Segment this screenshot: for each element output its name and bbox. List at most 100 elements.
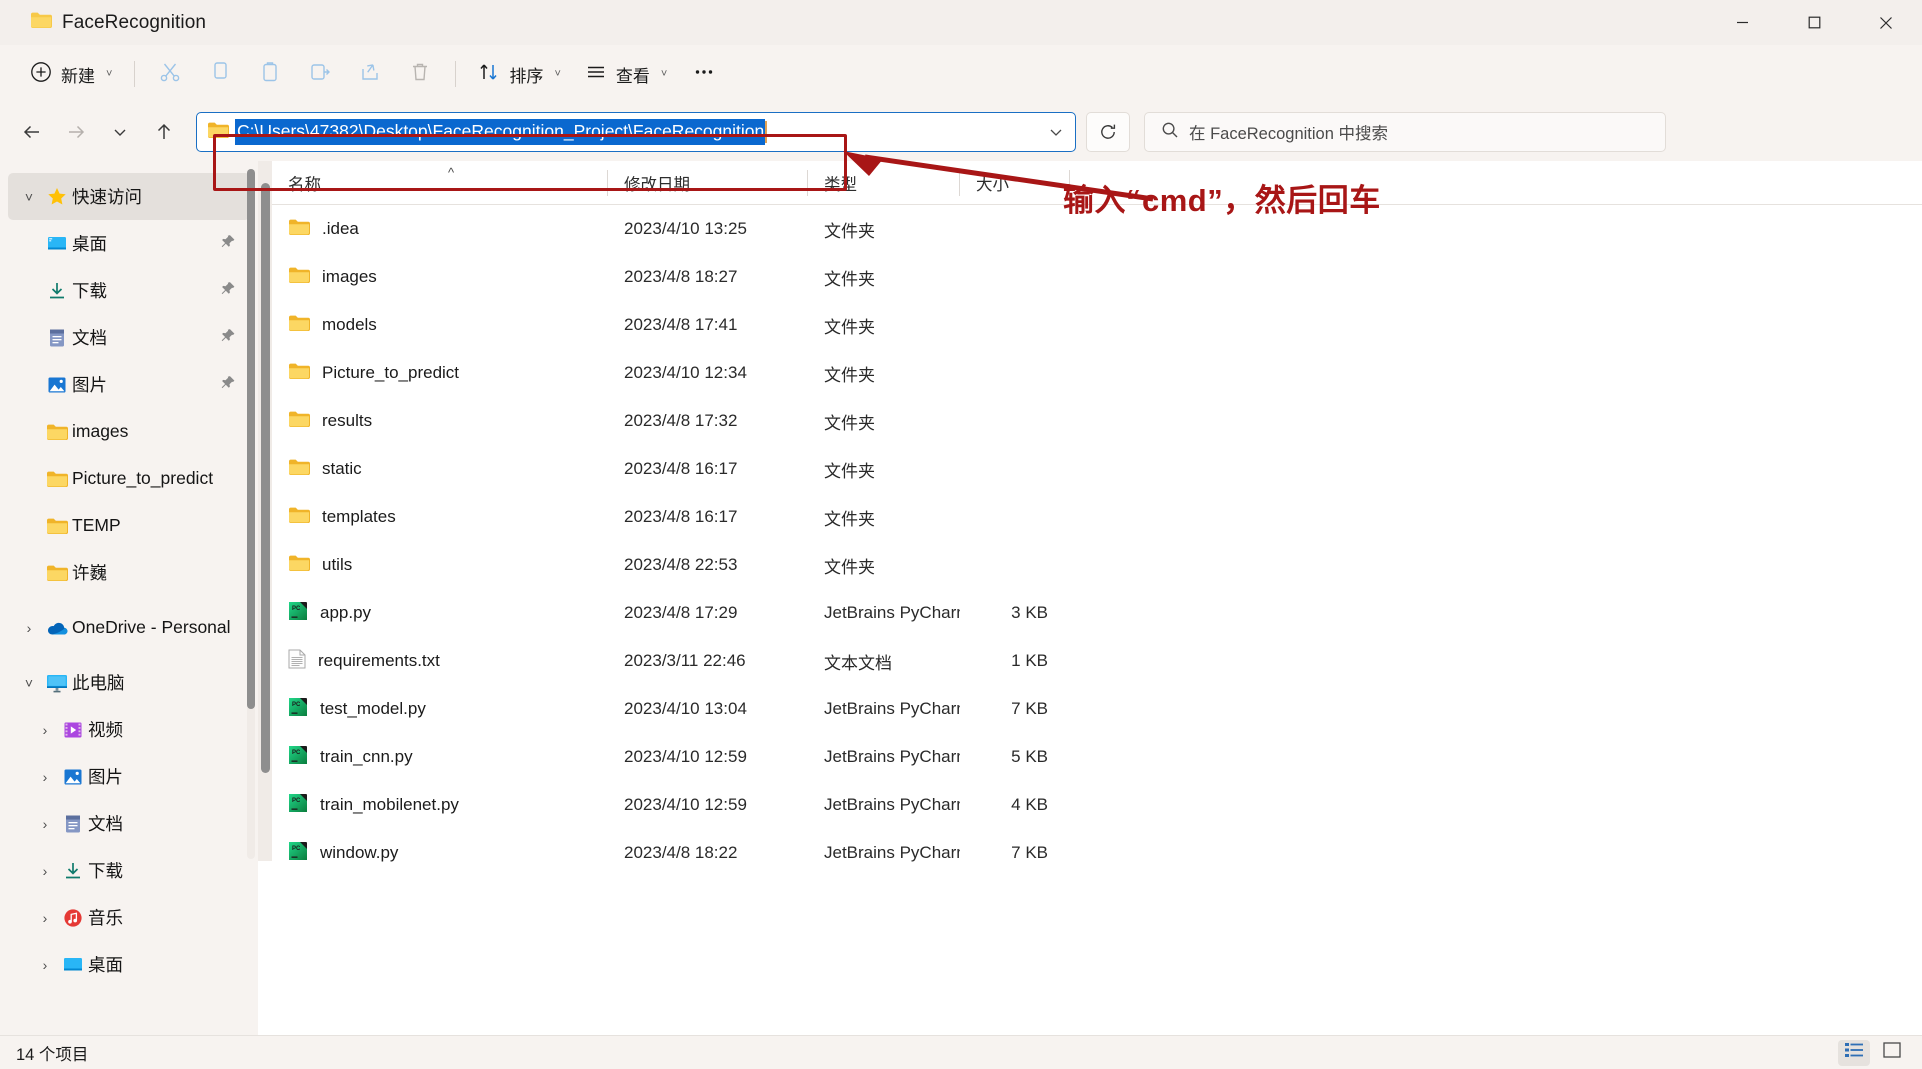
- table-row[interactable]: templates 2023/4/8 16:17 文件夹: [258, 493, 1922, 541]
- sidebar-item-xuwei[interactable]: 许巍: [8, 549, 250, 596]
- sidebar-item-documents[interactable]: 文档: [8, 314, 250, 361]
- file-type-cell: JetBrains PyCharm ...: [824, 603, 960, 622]
- up-button[interactable]: [142, 112, 186, 152]
- pycharm-icon: PC: [288, 793, 308, 818]
- table-row[interactable]: Picture_to_predict 2023/4/10 12:34 文件夹: [258, 349, 1922, 397]
- sidebar-item-downloads[interactable]: 下载: [8, 267, 250, 314]
- pin-icon[interactable]: [220, 327, 236, 348]
- chevron-down-icon[interactable]: ˅: [16, 189, 42, 205]
- file-name-label: .idea: [322, 219, 359, 238]
- table-row[interactable]: PC train_cnn.py 2023/4/10 12:59 JetBrains …: [258, 733, 1922, 781]
- sidebar-item-this-pc[interactable]: ˅ 此电脑: [8, 659, 250, 706]
- sidebar-item-temp[interactable]: TEMP: [8, 502, 250, 549]
- sidebar-item-pictures-pc[interactable]: › 图片: [8, 753, 250, 800]
- chevron-right-icon[interactable]: ›: [32, 910, 58, 926]
- table-row[interactable]: utils 2023/4/8 22:53 文件夹: [258, 541, 1922, 589]
- pin-icon[interactable]: [220, 233, 236, 254]
- back-button[interactable]: [10, 112, 54, 152]
- chevron-down-icon: ˅: [554, 68, 561, 80]
- command-bar: 新建 ˅ 排序 ˅ 查看 ˅: [0, 45, 1922, 103]
- documents-icon: [58, 813, 88, 835]
- table-row[interactable]: requirements.txt 2023/3/11 22:46 文本文档 1 KB: [258, 637, 1922, 685]
- chevron-down-icon[interactable]: ˅: [16, 675, 42, 691]
- chevron-right-icon[interactable]: ›: [32, 863, 58, 879]
- large-icons-view-button[interactable]: [1876, 1040, 1908, 1066]
- more-options-button[interactable]: [679, 52, 729, 96]
- trash-icon: [408, 60, 432, 89]
- table-row[interactable]: PC train_mobilenet.py 2023/4/10 12:59 JetB…: [258, 781, 1922, 829]
- sort-button[interactable]: 排序 ˅: [466, 52, 572, 96]
- file-date-cell: 2023/4/10 12:34: [624, 363, 747, 382]
- sidebar-scrollbar-thumb[interactable]: [247, 169, 255, 709]
- maximize-button[interactable]: [1778, 0, 1850, 45]
- sidebar-item-images[interactable]: images: [8, 408, 250, 455]
- file-date-cell: 2023/3/11 22:46: [624, 651, 746, 670]
- table-row[interactable]: results 2023/4/8 17:32 文件夹: [258, 397, 1922, 445]
- sidebar-item-picture-to-predict[interactable]: Picture_to_predict: [8, 455, 250, 502]
- file-name-cell: PC test_model.py: [258, 697, 608, 722]
- table-row[interactable]: models 2023/4/8 17:41 文件夹: [258, 301, 1922, 349]
- sidebar-item-desktop[interactable]: 桌面: [8, 220, 250, 267]
- cut-button[interactable]: [145, 52, 195, 96]
- sidebar-item-documents-pc[interactable]: › 文档: [8, 800, 250, 847]
- sidebar-item-onedrive[interactable]: › OneDrive - Personal: [8, 604, 250, 651]
- file-size-cell: 7 KB: [1011, 843, 1048, 862]
- file-size-cell: 4 KB: [1011, 795, 1048, 814]
- sidebar-item-music[interactable]: › 音乐: [8, 894, 250, 941]
- table-row[interactable]: static 2023/4/8 16:17 文件夹: [258, 445, 1922, 493]
- sidebar-item-quick-access[interactable]: ˅ 快速访问: [8, 173, 250, 220]
- sidebar-item-desktop-pc[interactable]: › 桌面: [8, 941, 250, 988]
- pin-icon[interactable]: [220, 374, 236, 395]
- table-row[interactable]: PC app.py 2023/4/8 17:29 JetBrains PyCharm…: [258, 589, 1922, 637]
- file-date-cell: 2023/4/10 13:04: [624, 699, 747, 718]
- share-button[interactable]: [345, 52, 395, 96]
- copy-icon: [208, 60, 232, 89]
- pycharm-icon: PC: [288, 745, 308, 770]
- chevron-right-icon[interactable]: ›: [32, 816, 58, 832]
- table-row[interactable]: PC window.py 2023/4/8 18:22 JetBrains PyCh…: [258, 829, 1922, 877]
- file-pane-scrollbar-thumb[interactable]: [261, 183, 270, 773]
- file-name-cell: PC train_mobilenet.py: [258, 793, 608, 818]
- folder-icon: [288, 218, 310, 241]
- file-pane-scrollbar[interactable]: [258, 161, 272, 861]
- window-controls: [1706, 0, 1922, 45]
- chevron-down-icon: ˅: [660, 68, 668, 80]
- sidebar-item-label: OneDrive - Personal: [72, 617, 231, 637]
- sidebar-scrollbar[interactable]: [247, 169, 255, 859]
- delete-button[interactable]: [395, 52, 445, 96]
- chevron-right-icon[interactable]: ›: [32, 957, 58, 973]
- file-name-cell: PC app.py: [258, 601, 608, 626]
- pin-icon[interactable]: [220, 280, 236, 301]
- chevron-right-icon[interactable]: ›: [16, 620, 42, 636]
- table-row[interactable]: images 2023/4/8 18:27 文件夹: [258, 253, 1922, 301]
- paste-button[interactable]: [245, 52, 295, 96]
- new-button[interactable]: 新建 ˅: [18, 52, 124, 96]
- close-button[interactable]: [1850, 0, 1922, 45]
- tab-facerecognition[interactable]: FaceRecognition: [16, 0, 220, 45]
- recent-locations-button[interactable]: [98, 112, 142, 152]
- toolbar-divider-2: [455, 61, 457, 87]
- sort-ascending-icon: ^: [448, 165, 455, 180]
- table-row[interactable]: PC test_model.py 2023/4/10 13:04 JetBrains…: [258, 685, 1922, 733]
- chevron-right-icon[interactable]: ›: [32, 722, 58, 738]
- address-input-value[interactable]: C:\Users\47382\Desktop\FaceRecognition_P…: [235, 119, 766, 145]
- copy-button[interactable]: [195, 52, 245, 96]
- search-box[interactable]: 在 FaceRecognition 中搜索: [1144, 112, 1666, 152]
- onedrive-icon: [42, 618, 72, 638]
- sidebar-item-label: 许巍: [72, 563, 107, 583]
- sidebar-item-videos[interactable]: › 视频: [8, 706, 250, 753]
- file-type-cell: 文件夹: [824, 269, 875, 289]
- sidebar-item-pictures[interactable]: 图片: [8, 361, 250, 408]
- tab-strip: FaceRecognition: [0, 0, 220, 45]
- minimize-button[interactable]: [1706, 0, 1778, 45]
- file-name-cell: Picture_to_predict: [258, 362, 608, 385]
- view-button[interactable]: 查看 ˅: [573, 52, 679, 96]
- column-header-name[interactable]: ^ 名称: [258, 161, 608, 204]
- rename-button[interactable]: [295, 52, 345, 96]
- folder-icon: [42, 470, 72, 488]
- details-view-button[interactable]: [1838, 1039, 1870, 1066]
- sidebar-item-downloads-pc[interactable]: › 下载: [8, 847, 250, 894]
- forward-button[interactable]: [54, 112, 98, 152]
- chevron-right-icon[interactable]: ›: [32, 769, 58, 785]
- column-header-date[interactable]: 修改日期: [608, 161, 808, 204]
